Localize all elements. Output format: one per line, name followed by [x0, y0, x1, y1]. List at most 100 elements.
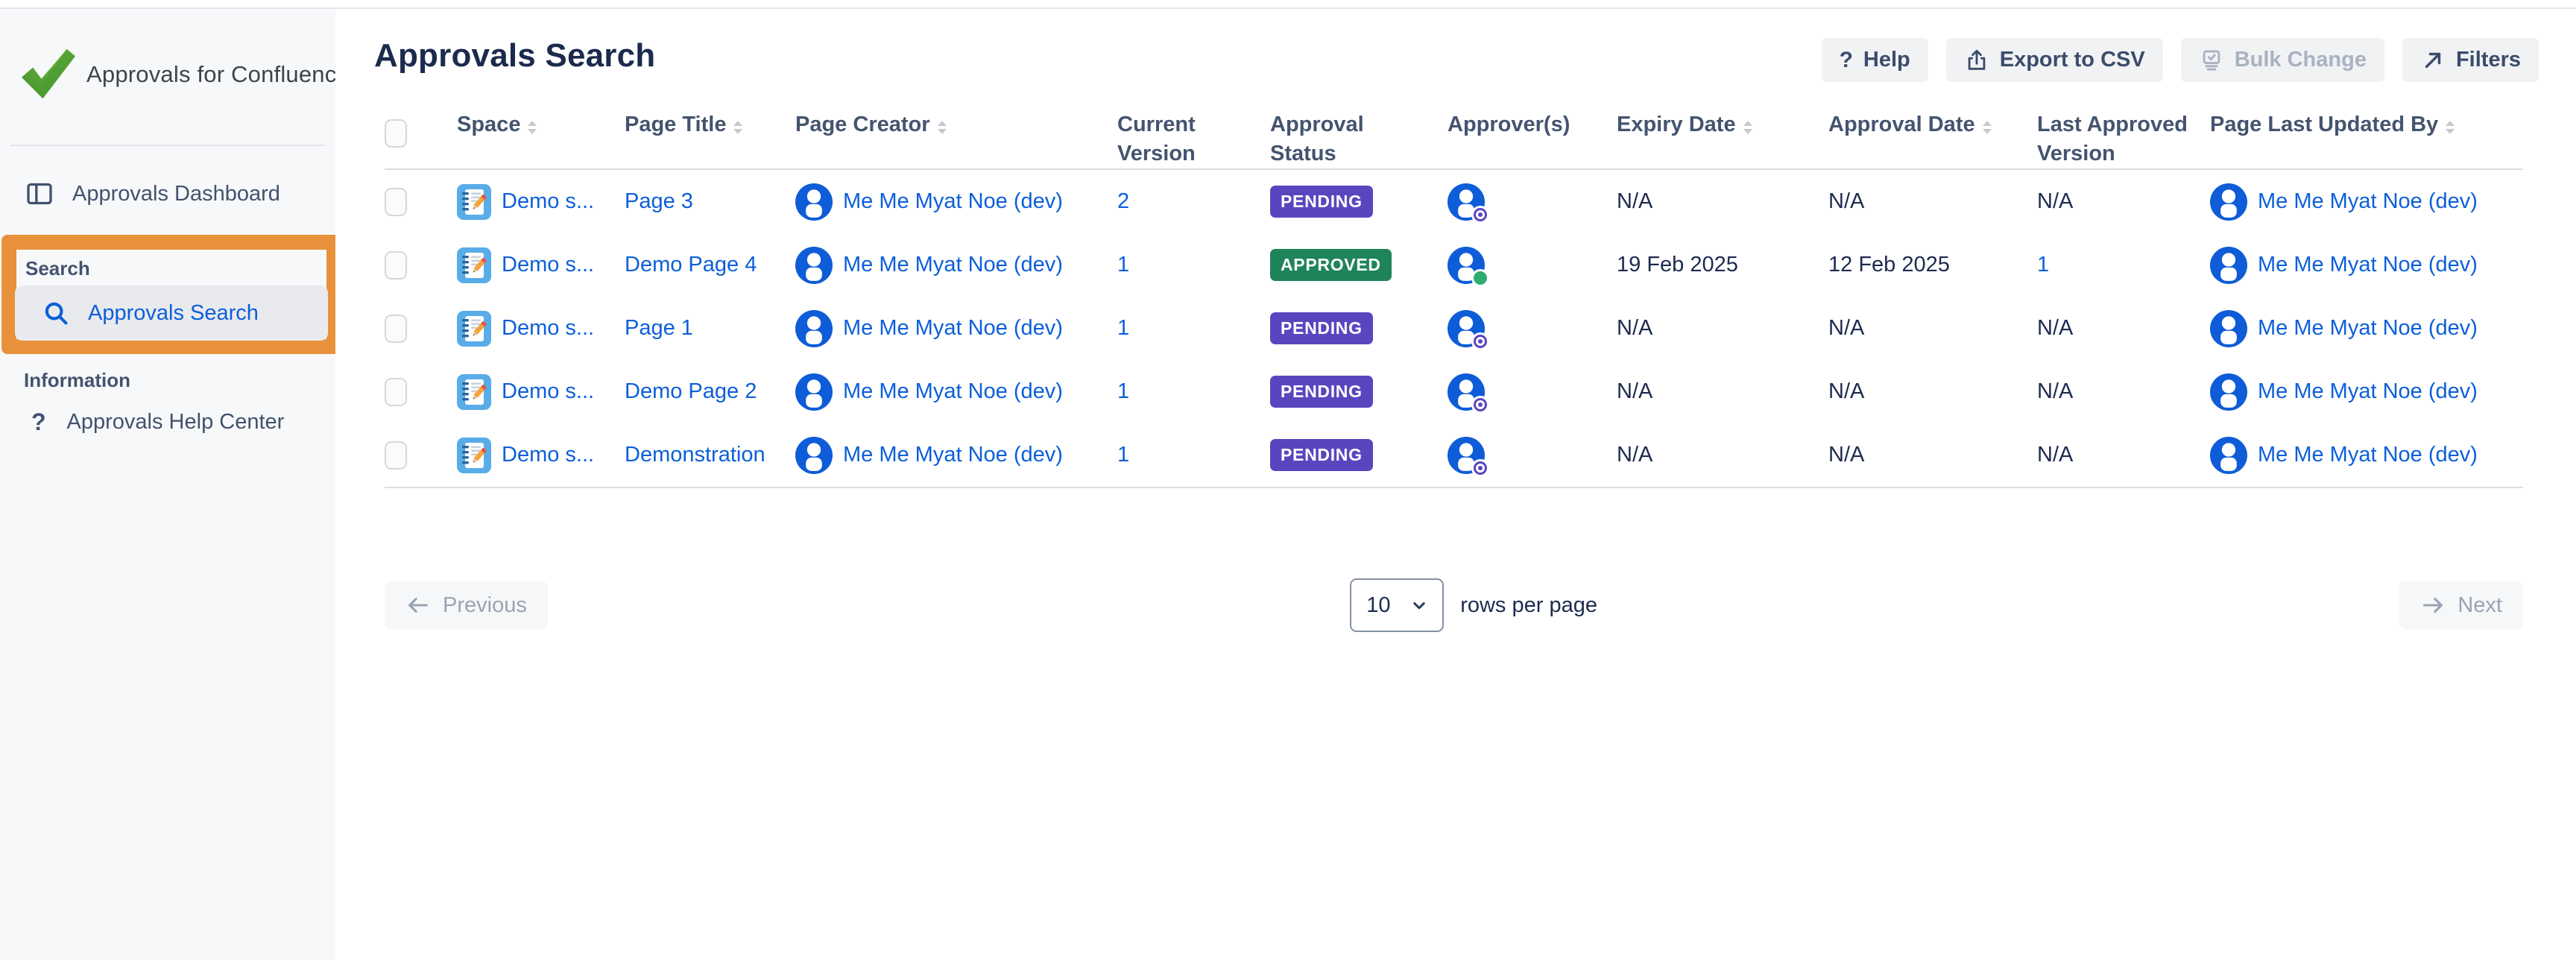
current-version-cell: 2: [1117, 189, 1270, 214]
sidebar-item-help-center[interactable]: ? Approvals Help Center: [31, 408, 284, 436]
approver-state-badge: [1471, 206, 1489, 224]
column-header-page-title[interactable]: Page Title: [625, 110, 795, 139]
current-version-link[interactable]: 1: [1117, 316, 1129, 341]
page-title-link[interactable]: Demo Page 2: [625, 379, 757, 404]
filters-button[interactable]: Filters: [2402, 38, 2539, 82]
current-version-link[interactable]: 1: [1117, 443, 1129, 467]
row-checkbox[interactable]: [385, 251, 407, 280]
approver-avatar[interactable]: [1448, 247, 1485, 284]
toolbar: ? Help Export to CSV Bulk Change Filters: [1822, 38, 2539, 82]
page-creator-link[interactable]: Me Me Myat Noe (dev): [843, 443, 1063, 467]
bulk-change-icon: [2199, 48, 2224, 73]
next-button-label: Next: [2457, 593, 2502, 618]
last-approved-version: N/A: [2037, 316, 2210, 341]
row-checkbox[interactable]: [385, 441, 407, 470]
space-cell: Demo s...: [457, 438, 625, 473]
table-row: Demo s... Page 1 Me Me Myat Noe (dev) 1 …: [385, 297, 2523, 360]
user-avatar-icon: [2210, 183, 2247, 221]
page-creator-link[interactable]: Me Me Myat Noe (dev): [843, 189, 1063, 214]
page-last-updated-by-link[interactable]: Me Me Myat Noe (dev): [2258, 443, 2478, 467]
app-logo-text: Approvals for Confluence: [86, 61, 350, 88]
row-checkbox[interactable]: [385, 378, 407, 406]
page-last-updated-by-cell: Me Me Myat Noe (dev): [2210, 247, 2523, 284]
space-link[interactable]: Demo s...: [502, 189, 594, 214]
sort-icon[interactable]: [733, 121, 742, 134]
annotation-highlight-box: Search Approvals Search: [1, 235, 341, 354]
app-logo: Approvals for Confluence: [19, 48, 350, 101]
current-version-link[interactable]: 2: [1117, 189, 1129, 214]
page-title-link[interactable]: Demo Page 4: [625, 253, 757, 277]
sidebar-item-label: Approvals Help Center: [67, 410, 285, 435]
space-cell: Demo s...: [457, 184, 625, 220]
column-header-label: Page Title: [625, 110, 726, 139]
page-title-link[interactable]: Demonstration: [625, 443, 765, 467]
space-link[interactable]: Demo s...: [502, 316, 594, 341]
page-last-updated-by-link[interactable]: Me Me Myat Noe (dev): [2258, 379, 2478, 404]
previous-button-label: Previous: [443, 593, 527, 618]
page-last-updated-by-link[interactable]: Me Me Myat Noe (dev): [2258, 253, 2478, 277]
page-title-link[interactable]: Page 1: [625, 316, 693, 341]
sort-icon[interactable]: [1743, 121, 1752, 134]
expiry-date: N/A: [1617, 379, 1828, 404]
sidebar-item-label: Approvals Search: [88, 301, 259, 326]
approval-date: N/A: [1828, 443, 2037, 467]
arrow-up-right-icon: [2420, 48, 2446, 73]
column-header-approval-date[interactable]: Approval Date: [1828, 110, 2037, 139]
next-page-button[interactable]: Next: [2399, 581, 2523, 629]
column-header-expiry-date[interactable]: Expiry Date: [1617, 110, 1828, 139]
page-title: Approvals Search: [374, 37, 655, 75]
export-to-csv-button[interactable]: Export to CSV: [1946, 38, 2163, 82]
page-creator-link[interactable]: Me Me Myat Noe (dev): [843, 379, 1063, 404]
divider: [10, 145, 325, 146]
page-creator-link[interactable]: Me Me Myat Noe (dev): [843, 253, 1063, 277]
column-header-page-creator[interactable]: Page Creator: [795, 110, 1117, 139]
row-checkbox[interactable]: [385, 315, 407, 343]
sidebar-item-approvals-search[interactable]: Approvals Search: [15, 285, 328, 341]
previous-page-button[interactable]: Previous: [385, 581, 548, 629]
sidebar-item-dashboard[interactable]: Approvals Dashboard: [25, 179, 280, 209]
approver-avatar[interactable]: [1448, 437, 1485, 474]
select-all-checkbox[interactable]: [385, 119, 407, 148]
column-header-current-version: Current Version: [1117, 110, 1270, 168]
divider: [385, 487, 2523, 488]
column-header-label: Expiry Date: [1617, 110, 1736, 139]
space-link[interactable]: Demo s...: [502, 443, 594, 467]
approval-status-cell: PENDING: [1270, 439, 1448, 471]
page-title-link[interactable]: Page 3: [625, 189, 693, 214]
approver-avatar[interactable]: [1448, 373, 1485, 411]
column-header-page-last-updated-by[interactable]: Page Last Updated By: [2210, 110, 2523, 139]
page-title-cell: Demo Page 4: [625, 253, 795, 277]
space-link[interactable]: Demo s...: [502, 253, 594, 277]
help-button[interactable]: ? Help: [1822, 38, 1928, 82]
sort-icon[interactable]: [528, 121, 537, 134]
rows-per-page-select[interactable]: 10: [1350, 578, 1444, 632]
column-header-last-approved-version: Last Approved Version: [2037, 110, 2210, 168]
sort-icon[interactable]: [2446, 121, 2455, 134]
space-link[interactable]: Demo s...: [502, 379, 594, 404]
column-header-space[interactable]: Space: [457, 110, 625, 139]
page-last-updated-by-link[interactable]: Me Me Myat Noe (dev): [2258, 189, 2478, 214]
table-row: Demo s... Page 3 Me Me Myat Noe (dev) 2 …: [385, 170, 2523, 233]
approver-avatar[interactable]: [1448, 310, 1485, 347]
export-icon: [1964, 48, 1989, 73]
page-last-updated-by-cell: Me Me Myat Noe (dev): [2210, 183, 2523, 221]
expiry-date: N/A: [1617, 443, 1828, 467]
current-version-link[interactable]: 1: [1117, 253, 1129, 277]
sort-icon[interactable]: [1983, 121, 1992, 134]
sort-icon[interactable]: [938, 121, 947, 134]
bulk-change-button[interactable]: Bulk Change: [2181, 38, 2384, 82]
user-avatar-icon: [2210, 247, 2247, 284]
approver-avatar[interactable]: [1448, 183, 1485, 221]
column-header-label: Approval Date: [1828, 110, 1975, 139]
approval-date: 12 Feb 2025: [1828, 253, 2037, 277]
page-creator-link[interactable]: Me Me Myat Noe (dev): [843, 316, 1063, 341]
page-last-updated-by-link[interactable]: Me Me Myat Noe (dev): [2258, 316, 2478, 341]
current-version-link[interactable]: 1: [1117, 379, 1129, 404]
status-badge: PENDING: [1270, 186, 1373, 218]
row-checkbox[interactable]: [385, 188, 407, 216]
user-avatar-icon: [795, 373, 833, 411]
table-row: Demo s... Demo Page 4 Me Me Myat Noe (de…: [385, 233, 2523, 297]
approver-state-badge: [1471, 459, 1489, 477]
approvals-table: SpacePage Title Page CreatorCurrent Versi…: [385, 104, 2523, 488]
search-icon: [42, 299, 70, 327]
